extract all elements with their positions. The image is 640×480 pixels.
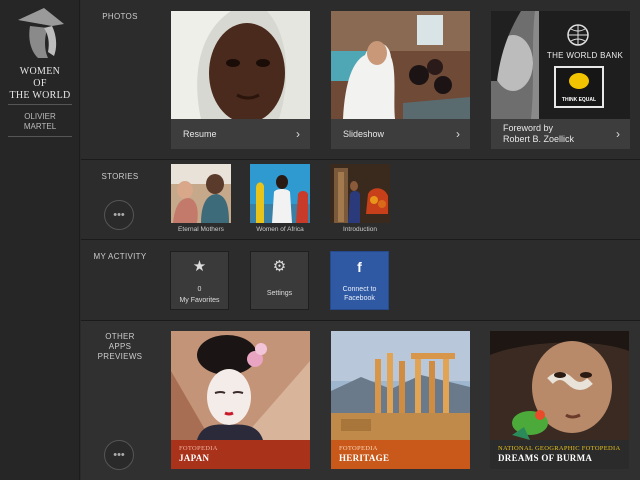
stories-more-button[interactable]: ••• <box>104 200 134 230</box>
photo-portrait-image <box>171 11 310 119</box>
app-preview-image <box>171 331 310 440</box>
caption-text: Slideshow <box>343 128 385 139</box>
app-name: HERITAGE <box>339 453 390 463</box>
favorites-label: My Favorites <box>179 297 220 304</box>
section-label-stories: STORIES <box>101 172 139 181</box>
story-label: Eternal Mothers <box>178 226 224 233</box>
app-preview-dreams-of-burma[interactable]: NATIONAL GEOGRAPHIC FOTOPEDIA DREAMS OF … <box>490 331 629 469</box>
app-preview-banner: FOTOPEDIA JAPAN <box>171 440 310 469</box>
app-brand: FOTOPEDIA <box>179 445 218 452</box>
app-title-line: THE WORLD <box>9 90 71 101</box>
world-bank-badge-title: THE WORLD BANK <box>546 51 624 60</box>
section-label-photos: PHOTOS <box>102 12 138 21</box>
brand-sidebar: WOMEN OF THE WORLD OLIVIER MARTEL <box>0 0 80 480</box>
app-name: DREAMS OF BURMA <box>498 453 593 463</box>
app-title: WOMEN OF THE WORLD <box>4 66 76 102</box>
facebook-icon: f <box>357 259 362 275</box>
connect-facebook-button[interactable]: f Connect to Facebook <box>330 251 389 310</box>
favorites-count: 0 <box>197 286 202 293</box>
photo-card-foreword[interactable]: THE WORLD BANK THINK EQUAL Foreword by R… <box>491 11 630 149</box>
author-name-line: MARTEL <box>23 122 57 131</box>
section-label-line: OTHER <box>105 332 135 341</box>
photo-card-resume[interactable]: Resume › <box>171 11 310 149</box>
chevron-right-icon: › <box>456 127 460 141</box>
section-label-apps: OTHER APPS PREVIEWS <box>81 332 159 362</box>
divider <box>8 104 72 105</box>
apps-more-button[interactable]: ••• <box>104 440 134 470</box>
story-thumbnail-image <box>250 164 310 223</box>
app-preview-japan[interactable]: FOTOPEDIA JAPAN <box>171 331 310 469</box>
author-name: OLIVIER MARTEL <box>4 112 76 132</box>
facebook-label-line: Facebook <box>344 295 375 302</box>
story-label: Women of Africa <box>256 226 304 233</box>
app-logo-icon <box>14 6 66 62</box>
app-title-line: OF <box>33 78 47 89</box>
story-label: Introduction <box>343 226 377 233</box>
section-label-activity: MY ACTIVITY <box>93 252 147 261</box>
photo-market-image <box>331 11 470 119</box>
caption-text: Robert B. Zoellick <box>503 134 575 144</box>
photo-card-slideshow[interactable]: Slideshow › <box>331 11 470 149</box>
app-preview-banner: NATIONAL GEOGRAPHIC FOTOPEDIA DREAMS OF … <box>490 440 629 469</box>
settings-label: Settings <box>266 290 293 297</box>
facebook-label-line: Connect to <box>342 286 377 293</box>
chevron-right-icon: › <box>616 127 620 141</box>
favorites-button[interactable]: ★ 0 My Favorites <box>170 251 229 310</box>
section-label-line: APPS <box>108 342 132 351</box>
gear-icon: ⚙ <box>272 258 287 275</box>
think-equal-sign: THINK EQUAL <box>561 97 597 103</box>
app-title-line: WOMEN <box>19 66 61 77</box>
divider <box>8 136 72 137</box>
app-preview-image <box>331 331 470 440</box>
app-preview-image <box>490 331 629 440</box>
story-thumbnail-image <box>330 164 390 223</box>
app-preview-heritage[interactable]: FOTOPEDIA HERITAGE <box>331 331 470 469</box>
author-name-line: OLIVIER <box>24 112 56 121</box>
chevron-right-icon: › <box>296 127 300 141</box>
section-label-line: PREVIEWS <box>97 352 143 361</box>
app-name: JAPAN <box>179 453 210 463</box>
settings-button[interactable]: ⚙ Settings <box>250 251 309 310</box>
caption-text: Resume <box>183 128 217 139</box>
photo-card-caption: Foreword by Robert B. Zoellick <box>491 119 630 149</box>
photo-card-caption: Slideshow <box>331 119 470 149</box>
star-icon: ★ <box>192 258 207 275</box>
story-thumbnail-image <box>171 164 231 223</box>
app-preview-banner: FOTOPEDIA HERITAGE <box>331 440 470 469</box>
app-brand: FOTOPEDIA <box>339 445 378 452</box>
app-brand: NATIONAL GEOGRAPHIC FOTOPEDIA <box>498 445 621 452</box>
photo-card-caption: Resume <box>171 119 310 149</box>
caption-text: Foreword by <box>503 123 554 133</box>
